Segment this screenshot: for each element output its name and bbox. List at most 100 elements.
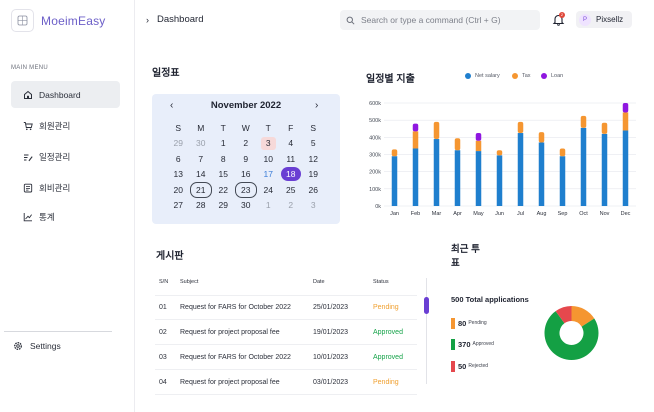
breadcrumb-current: Dashboard xyxy=(157,14,204,25)
column-header-sn: S/N xyxy=(159,279,169,285)
calendar-day-number: 29 xyxy=(218,200,228,211)
sidebar-item-fees[interactable]: 회비관리 xyxy=(11,174,120,201)
calendar-day[interactable]: 23 xyxy=(234,181,258,198)
bar-net-salary[interactable] xyxy=(475,151,482,206)
bar-tax[interactable] xyxy=(454,138,461,151)
bar-tax[interactable] xyxy=(559,148,566,157)
calendar-day[interactable]: 27 xyxy=(167,198,190,214)
calendar-day[interactable]: 22 xyxy=(212,182,235,198)
bar-loan[interactable] xyxy=(622,103,629,113)
bar-net-salary[interactable] xyxy=(580,127,587,206)
app-name[interactable]: MoeimEasy xyxy=(41,14,105,28)
bar-net-salary[interactable] xyxy=(517,133,524,206)
calendar-day[interactable]: 29 xyxy=(212,198,235,214)
bar-tax[interactable] xyxy=(601,122,608,134)
table-row[interactable]: 04 Request for project proposal fee 03/0… xyxy=(155,370,417,395)
calendar-day[interactable]: 2 xyxy=(235,136,258,152)
calendar-day[interactable]: 3 xyxy=(302,198,325,214)
calendar-day[interactable]: 28 xyxy=(190,198,213,214)
calendar-day[interactable]: 14 xyxy=(190,167,213,183)
calendar-day[interactable]: 3 xyxy=(257,136,280,152)
bar-net-salary[interactable] xyxy=(433,139,440,206)
calendar-day[interactable]: 29 xyxy=(167,136,190,152)
scrollbar-track[interactable] xyxy=(426,278,427,384)
bar-tax[interactable] xyxy=(538,132,545,143)
calendar-day[interactable]: 2 xyxy=(280,198,303,214)
calendar-day[interactable]: 13 xyxy=(167,167,190,183)
calendar-day[interactable]: 11 xyxy=(280,151,303,167)
calendar-day-number: 28 xyxy=(196,200,206,211)
bar-tax[interactable] xyxy=(475,140,482,152)
table-row[interactable]: 02 Request for project proposal fee 19/0… xyxy=(155,320,417,345)
legend-swatch xyxy=(512,73,518,79)
bar-net-salary[interactable] xyxy=(601,133,608,206)
bar-loan[interactable] xyxy=(412,123,419,132)
bar-net-salary[interactable] xyxy=(559,156,566,206)
calendar-day[interactable]: 10 xyxy=(257,151,280,167)
search-bar[interactable] xyxy=(340,10,540,30)
x-tick-label: Sep xyxy=(558,211,568,217)
bar-loan[interactable] xyxy=(475,133,482,141)
bar-tax[interactable] xyxy=(433,121,440,140)
calendar-day[interactable]: 30 xyxy=(190,136,213,152)
user-name: Pixsellz xyxy=(596,15,624,24)
bar-tax[interactable] xyxy=(580,115,587,128)
main-menu-label: MAIN MENU xyxy=(11,65,49,71)
bar-net-salary[interactable] xyxy=(538,142,545,206)
calendar-day[interactable]: 24 xyxy=(257,182,280,198)
scrollbar-thumb[interactable] xyxy=(424,297,429,314)
sidebar-item-schedule[interactable]: 일정관리 xyxy=(11,143,120,170)
bar-net-salary[interactable] xyxy=(412,148,419,206)
sidebar-item-members[interactable]: 회원관리 xyxy=(11,112,120,139)
bar-tax[interactable] xyxy=(517,121,524,134)
calendar-day[interactable]: 17 xyxy=(257,167,280,183)
sidebar-item-dashboard[interactable]: Dashboard xyxy=(11,81,120,108)
bar-tax[interactable] xyxy=(622,112,629,131)
sidebar-item-stats[interactable]: 통계 xyxy=(11,203,120,230)
calendar-day[interactable]: 1 xyxy=(257,198,280,214)
calendar-day[interactable]: 16 xyxy=(235,167,258,183)
calendar: ‹ November 2022 › S M T W T F S 29 30 1 2 3 4 5 6 7 8 9 10… xyxy=(152,94,340,224)
expense-bar-chart: 0k 100k 200k 300k 400k 500k 600k Jan Feb Mar Apr Ma… xyxy=(369,101,636,217)
calendar-day[interactable]: 15 xyxy=(212,167,235,183)
bar-tax[interactable] xyxy=(496,150,503,156)
calendar-day[interactable]: 20 xyxy=(167,182,190,198)
calendar-day[interactable]: 7 xyxy=(190,151,213,167)
bar-net-salary[interactable] xyxy=(391,156,398,206)
bar-tax[interactable] xyxy=(412,131,419,149)
table-row[interactable]: 01 Request for FARS for October 2022 25/… xyxy=(155,295,417,320)
cell-sn: 01 xyxy=(159,304,167,311)
bar-net-salary[interactable] xyxy=(496,155,503,206)
vote-label: Pending xyxy=(468,320,487,326)
calendar-day-number: 4 xyxy=(288,138,294,149)
chevron-right-icon[interactable]: › xyxy=(315,100,318,111)
calendar-day[interactable]: 4 xyxy=(280,136,303,152)
calendar-day-number: 10 xyxy=(263,153,273,164)
bar-net-salary[interactable] xyxy=(622,130,629,206)
calendar-day[interactable]: 19 xyxy=(302,167,325,183)
calendar-day[interactable]: 5 xyxy=(302,136,325,152)
calendar-day[interactable]: 30 xyxy=(235,198,258,214)
app-logo-icon[interactable] xyxy=(11,9,34,32)
user-profile-button[interactable]: P Pixsellz xyxy=(576,11,632,28)
calendar-day[interactable]: 18 xyxy=(280,167,303,183)
calendar-day[interactable]: 6 xyxy=(167,151,190,167)
calendar-day[interactable]: 21 xyxy=(189,181,213,198)
column-header-date: Date xyxy=(313,279,325,285)
calendar-day[interactable]: 12 xyxy=(302,151,325,167)
calendar-day-number: 14 xyxy=(196,169,206,180)
calendar-day[interactable]: 9 xyxy=(235,151,258,167)
search-input[interactable] xyxy=(360,15,540,25)
bar-net-salary[interactable] xyxy=(454,150,461,206)
avatar: P xyxy=(579,13,591,26)
chevron-right-icon: › xyxy=(146,14,149,25)
x-tick-label: Dec xyxy=(621,211,631,217)
calendar-day[interactable]: 26 xyxy=(302,182,325,198)
calendar-day[interactable]: 25 xyxy=(280,182,303,198)
weekday-header: M xyxy=(197,122,205,133)
calendar-day[interactable]: 1 xyxy=(212,136,235,152)
table-row[interactable]: 03 Request for FARS for October 2022 10/… xyxy=(155,345,417,370)
bar-tax[interactable] xyxy=(391,149,398,157)
settings-button[interactable]: Settings xyxy=(13,338,61,354)
calendar-day[interactable]: 8 xyxy=(212,151,235,167)
